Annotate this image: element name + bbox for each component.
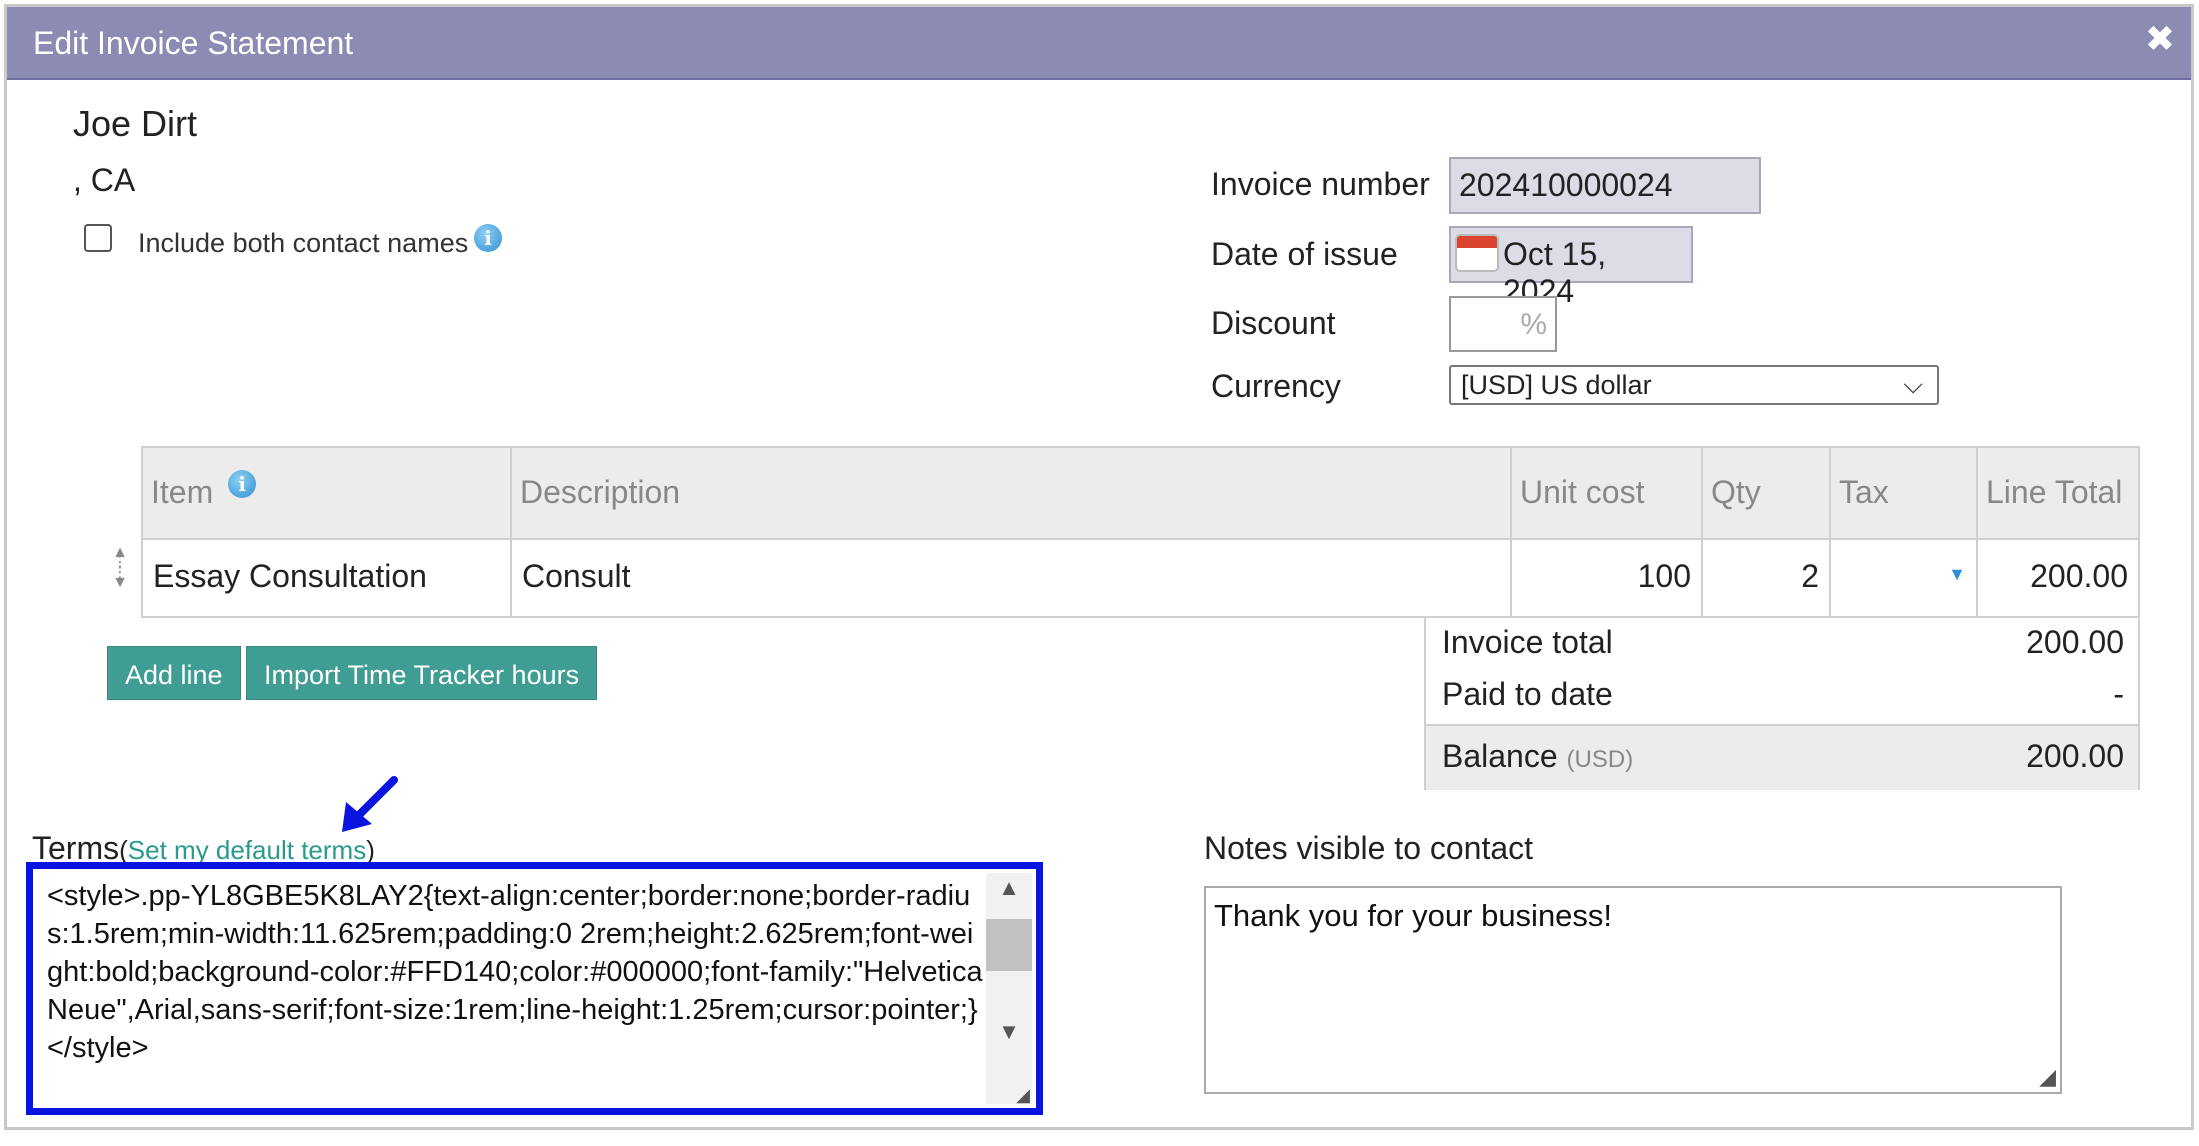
close-icon[interactable]: ✖ bbox=[2145, 21, 2175, 57]
totals-panel: Invoice total 200.00 Paid to date - Bala… bbox=[1424, 618, 2140, 790]
invoice-number-field[interactable]: 202410000024 bbox=[1449, 157, 1761, 214]
currency-select[interactable]: [USD] US dollar ⌵ bbox=[1449, 365, 1939, 405]
resize-grip-icon[interactable]: ◢ bbox=[1012, 1084, 1034, 1106]
contact-region: , CA bbox=[73, 162, 136, 198]
include-both-names-label: Include both contact names bbox=[138, 228, 469, 258]
header-description: Description bbox=[512, 448, 1512, 538]
set-default-terms-link[interactable]: Set my default terms bbox=[128, 835, 366, 865]
contact-name: Joe Dirt bbox=[73, 103, 198, 144]
drag-handle-icon[interactable]: ▲ ⋮ ⋮ ▼ bbox=[110, 545, 130, 612]
terms-textarea[interactable]: <style>.pp-YL8GBE5K8LAY2{text-align:cent… bbox=[26, 862, 1043, 1115]
notes-text: Thank you for your business! bbox=[1214, 898, 1613, 933]
header-qty: Qty bbox=[1703, 448, 1831, 538]
description-cell[interactable]: Consult bbox=[512, 540, 1512, 616]
invoice-total-row: Invoice total 200.00 bbox=[1426, 624, 2138, 676]
import-time-tracker-button[interactable]: Import Time Tracker hours bbox=[246, 646, 598, 700]
include-both-names-checkbox[interactable] bbox=[84, 224, 112, 252]
terms-scrollbar[interactable]: ▲ ▼ bbox=[986, 873, 1032, 1104]
add-line-button[interactable]: Add line bbox=[107, 646, 241, 700]
terms-close-paren: ) bbox=[366, 835, 375, 865]
balance-value: 200.00 bbox=[2026, 738, 2124, 774]
terms-title: Terms bbox=[32, 830, 120, 866]
balance-label: Balance bbox=[1442, 738, 1558, 774]
terms-open-paren: ( bbox=[119, 835, 128, 865]
dialog-title: Edit Invoice Statement bbox=[33, 25, 354, 61]
balance-row: Balance (USD) 200.00 bbox=[1426, 724, 2138, 790]
scroll-down-icon[interactable]: ▼ bbox=[986, 1017, 1032, 1047]
paid-to-date-row: Paid to date - bbox=[1426, 676, 2138, 726]
header-tax: Tax bbox=[1831, 448, 1978, 538]
dialog-titlebar: Edit Invoice Statement ✖ bbox=[7, 7, 2191, 80]
invoice-number-label: Invoice number bbox=[1211, 166, 1430, 202]
balance-currency: (USD) bbox=[1566, 746, 1634, 773]
invoice-total-label: Invoice total bbox=[1442, 624, 1613, 660]
header-item: Item i bbox=[143, 448, 512, 538]
percent-suffix: % bbox=[1520, 308, 1547, 341]
chevron-down-icon: ⌵ bbox=[1903, 369, 1923, 399]
line-total-cell: 200.00 bbox=[2030, 558, 2128, 594]
notes-label: Notes visible to contact bbox=[1204, 830, 1534, 866]
info-icon[interactable]: i bbox=[228, 470, 257, 498]
unit-cost-cell[interactable]: 100 bbox=[1512, 540, 1703, 616]
discount-field[interactable]: % bbox=[1449, 296, 1557, 352]
scroll-thumb[interactable] bbox=[986, 919, 1032, 971]
item-cell[interactable]: Essay Consultation bbox=[143, 540, 512, 616]
terms-text: <style>.pp-YL8GBE5K8LAY2{text-align:cent… bbox=[47, 880, 983, 1064]
caret-down-icon: ▼ bbox=[1948, 564, 1966, 584]
invoice-items-table: Item i Description Unit cost Qty Tax Lin… bbox=[141, 446, 2140, 618]
header-line-total: Line Total bbox=[1986, 474, 2123, 510]
table-header-row: Item i Description Unit cost Qty Tax Lin… bbox=[143, 448, 2138, 540]
currency-label: Currency bbox=[1211, 368, 1341, 404]
paid-to-date-label: Paid to date bbox=[1442, 676, 1613, 712]
date-of-issue-label: Date of issue bbox=[1211, 236, 1398, 272]
paid-to-date-value: - bbox=[2113, 676, 2124, 712]
invoice-total-value: 200.00 bbox=[2026, 624, 2124, 660]
notes-textarea[interactable]: Thank you for your business! ◢ bbox=[1204, 886, 2062, 1094]
discount-label: Discount bbox=[1211, 305, 1336, 341]
header-unit-cost: Unit cost bbox=[1512, 448, 1703, 538]
pointer-arrow-icon bbox=[342, 776, 398, 832]
tax-select[interactable]: ▼ bbox=[1831, 540, 1978, 616]
qty-cell[interactable]: 2 bbox=[1703, 540, 1831, 616]
header-item-label: Item bbox=[151, 474, 214, 510]
scroll-up-icon[interactable]: ▲ bbox=[986, 873, 1032, 903]
resize-grip-icon[interactable]: ◢ bbox=[2039, 1064, 2056, 1090]
info-icon[interactable]: i bbox=[474, 224, 502, 252]
calendar-icon[interactable] bbox=[1455, 234, 1499, 272]
currency-value: [USD] US dollar bbox=[1461, 370, 1652, 400]
